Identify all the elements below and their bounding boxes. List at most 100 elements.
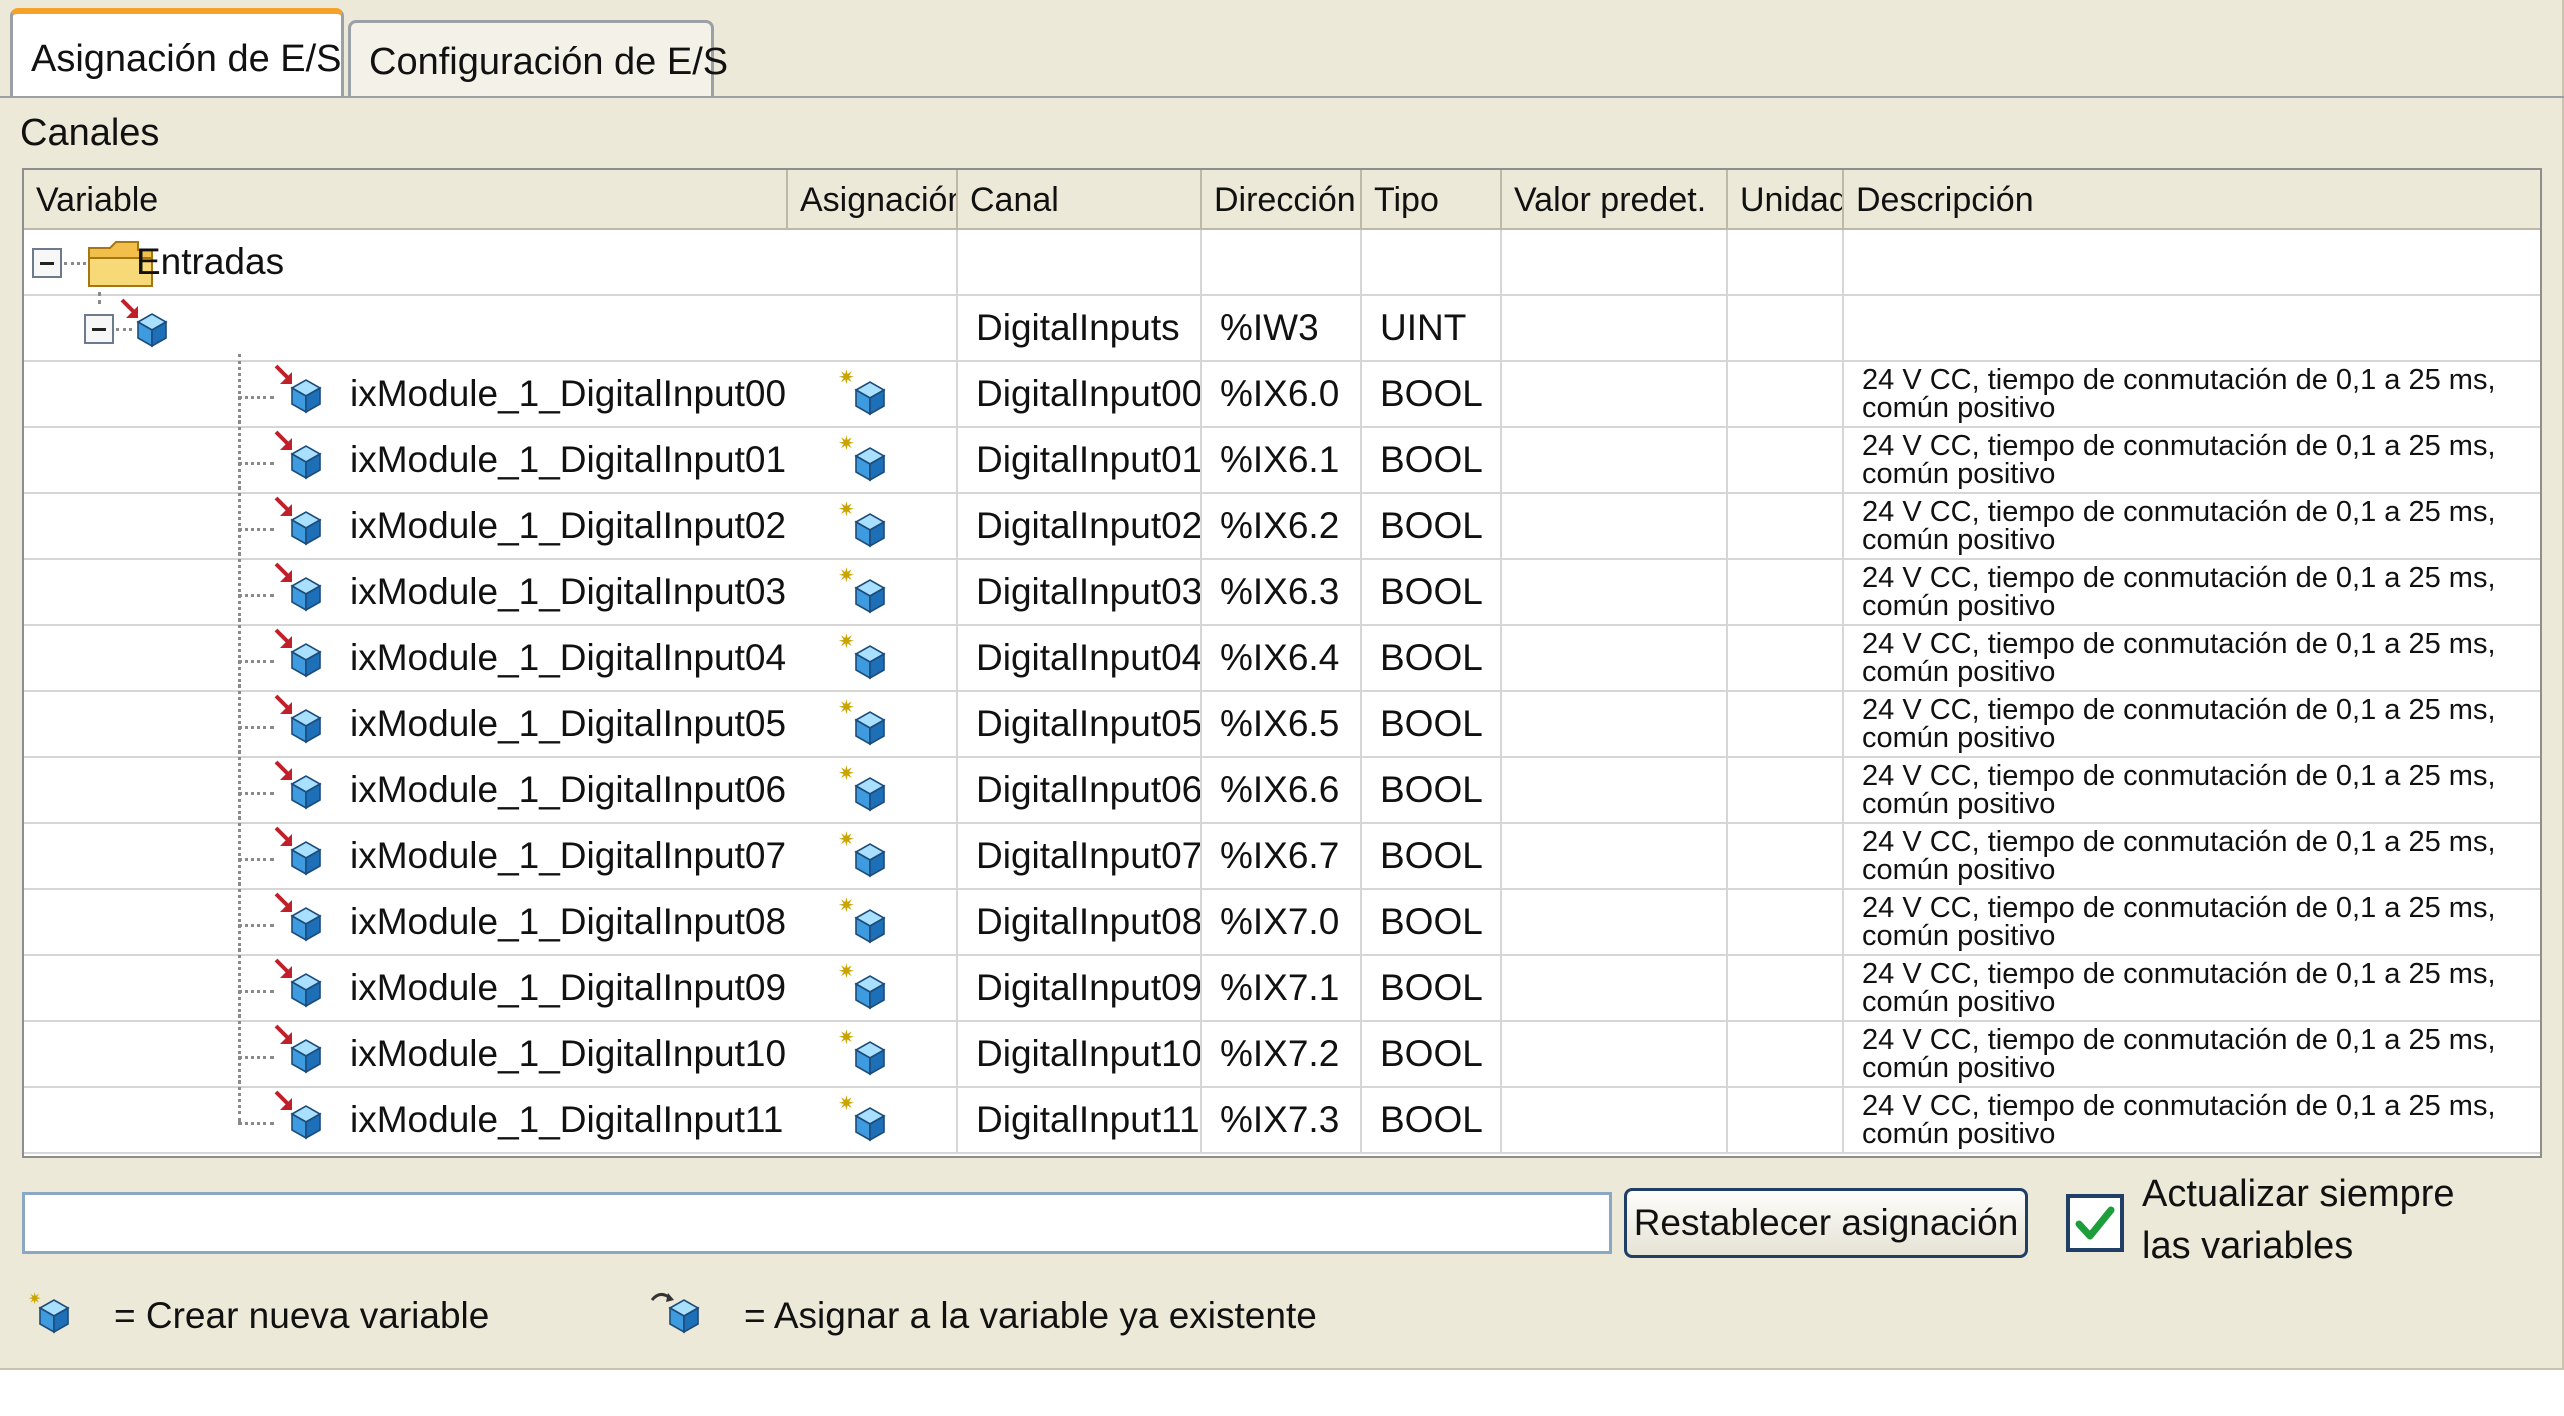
type-cell: BOOL	[1362, 890, 1502, 954]
address-cell: %IX7.0	[1202, 890, 1362, 954]
variable-name[interactable]: ixModule_1_DigitalInput09	[350, 956, 786, 1020]
tab-io-configuration[interactable]: Configuración de E/S	[348, 20, 728, 98]
address-cell: %IX6.5	[1202, 692, 1362, 756]
description-text: 24 V CC, tiempo de conmutación de 0,1 a …	[1844, 758, 2540, 819]
type-cell: BOOL	[1362, 1022, 1502, 1086]
column-header-unit[interactable]: Unidad	[1728, 170, 1844, 230]
table-row[interactable]: ixModule_1_DigitalInput00 ✷ DigitalInput00…	[24, 354, 2540, 428]
svg-text:✷: ✷	[838, 894, 855, 917]
mapping-cell[interactable]: ✷	[788, 626, 958, 690]
address-cell: %IX6.2	[1202, 494, 1362, 558]
mapping-cell[interactable]: ✷	[788, 1022, 958, 1086]
table-row[interactable]: ixModule_1_DigitalInput10 ✷ DigitalInput10…	[24, 1014, 2540, 1088]
table-cell	[1502, 296, 1728, 360]
description-cell: 24 V CC, tiempo de conmutación de 0,1 a …	[1844, 362, 2540, 426]
column-header-address[interactable]: Dirección	[1202, 170, 1362, 230]
new-variable-icon: ✷	[838, 1025, 885, 1075]
variable-name[interactable]: ixModule_1_DigitalInput03	[350, 560, 786, 624]
channels-section-label: Canales	[20, 112, 160, 154]
tree-connector	[238, 882, 241, 952]
variable-name[interactable]: ixModule_1_DigitalInput05	[350, 692, 786, 756]
new-variable-icon: ✷	[838, 497, 885, 547]
table-cell	[1728, 626, 1844, 690]
tree-connector	[238, 528, 274, 531]
tree-connector	[238, 594, 274, 597]
table-cell	[1502, 494, 1728, 558]
column-header-variable[interactable]: Variable	[24, 170, 788, 230]
variable-name[interactable]: ixModule_1_DigitalInput01	[350, 428, 786, 492]
column-header-default-value[interactable]: Valor predet.	[1502, 170, 1728, 230]
type-cell: BOOL	[1362, 560, 1502, 624]
mapping-cell[interactable]: ✷	[788, 362, 958, 426]
table-row[interactable]: ixModule_1_DigitalInput11 ✷ DigitalInput11…	[24, 1080, 2540, 1154]
description-cell: 24 V CC, tiempo de conmutación de 0,1 a …	[1844, 692, 2540, 756]
variable-name[interactable]: ixModule_1_DigitalInput00	[350, 362, 786, 426]
table-row[interactable]: ixModule_1_DigitalInput05 ✷ DigitalInput05…	[24, 684, 2540, 758]
table-cell	[1728, 692, 1844, 756]
collapse-icon[interactable]	[84, 314, 114, 344]
tree-row-inputs[interactable]: Entradas	[24, 230, 2540, 296]
variable-name[interactable]: ixModule_1_DigitalInput04	[350, 626, 786, 690]
mapping-cell[interactable]: ✷	[788, 560, 958, 624]
tree-connector	[238, 354, 241, 424]
variable-name[interactable]: ixModule_1_DigitalInput07	[350, 824, 786, 888]
mapping-cell[interactable]: ✷	[788, 494, 958, 558]
table-cell	[1728, 230, 1844, 294]
always-update-checkbox[interactable]	[2066, 1194, 2124, 1252]
tree-row-digital-inputs[interactable]: DigitalInputs %IW3 UINT	[24, 292, 2540, 362]
svg-text:✷: ✷	[838, 696, 855, 719]
svg-text:✷: ✷	[838, 762, 855, 785]
new-variable-icon: ✷	[838, 431, 885, 481]
always-update-label-line2: las variables	[2142, 1225, 2354, 1267]
description-line1: 24 V CC, tiempo de conmutación de 0,1 a …	[1862, 562, 2496, 594]
variable-filter-input[interactable]	[22, 1192, 1612, 1254]
svg-text:✷: ✷	[838, 1026, 855, 1049]
channel-cell: DigitalInput00	[958, 362, 1202, 426]
table-cell	[788, 296, 958, 360]
description-text: 24 V CC, tiempo de conmutación de 0,1 a …	[1844, 428, 2540, 489]
column-header-channel[interactable]: Canal	[958, 170, 1202, 230]
table-row[interactable]: ixModule_1_DigitalInput07 ✷ DigitalInput07…	[24, 816, 2540, 890]
svg-text:✷: ✷	[838, 630, 855, 653]
mapping-cell[interactable]: ✷	[788, 428, 958, 492]
channel-cell: DigitalInput02	[958, 494, 1202, 558]
variable-name[interactable]: ixModule_1_DigitalInput06	[350, 758, 786, 822]
column-header-type[interactable]: Tipo	[1362, 170, 1502, 230]
always-update-label-line1: Actualizar siempre	[2142, 1173, 2455, 1215]
table-cell	[1728, 890, 1844, 954]
column-header-mapping[interactable]: Asignación	[788, 170, 958, 230]
table-row[interactable]: ixModule_1_DigitalInput09 ✷ DigitalInput09…	[24, 948, 2540, 1022]
variable-cube-icon	[274, 628, 321, 677]
mapping-cell[interactable]: ✷	[788, 758, 958, 822]
table-row[interactable]: ixModule_1_DigitalInput02 ✷ DigitalInput02…	[24, 486, 2540, 560]
mapping-cell[interactable]: ✷	[788, 956, 958, 1020]
table-row[interactable]: ixModule_1_DigitalInput04 ✷ DigitalInput04…	[24, 618, 2540, 692]
column-header-description[interactable]: Descripción	[1844, 170, 2540, 230]
reset-mapping-button[interactable]: Restablecer asignación	[1624, 1188, 2028, 1258]
variable-cube-icon	[120, 298, 167, 347]
description-text: 24 V CC, tiempo de conmutación de 0,1 a …	[1844, 626, 2540, 687]
variable-name[interactable]: ixModule_1_DigitalInput10	[350, 1022, 786, 1086]
io-mapping-panel: Asignación de E/S Configuración de E/S C…	[0, 0, 2564, 1370]
description-cell: 24 V CC, tiempo de conmutación de 0,1 a …	[1844, 1022, 2540, 1086]
new-variable-icon: ✷	[838, 959, 885, 1009]
mapping-cell[interactable]: ✷	[788, 824, 958, 888]
table-cell	[1502, 956, 1728, 1020]
variable-name[interactable]: ixModule_1_DigitalInput08	[350, 890, 786, 954]
mapping-cell[interactable]: ✷	[788, 692, 958, 756]
tree-connector	[238, 660, 274, 663]
mapping-cell[interactable]: ✷	[788, 890, 958, 954]
table-row[interactable]: ixModule_1_DigitalInput08 ✷ DigitalInput08…	[24, 882, 2540, 956]
type-cell: BOOL	[1362, 362, 1502, 426]
mapping-cell[interactable]: ✷	[788, 1088, 958, 1152]
table-row[interactable]: ixModule_1_DigitalInput03 ✷ DigitalInput03…	[24, 552, 2540, 626]
table-cell	[1844, 296, 2540, 360]
tab-io-mapping[interactable]: Asignación de E/S	[10, 8, 344, 98]
collapse-icon[interactable]	[32, 248, 62, 278]
variable-name[interactable]: ixModule_1_DigitalInput11	[350, 1088, 783, 1152]
tree-connector	[238, 684, 241, 754]
variable-name[interactable]: ixModule_1_DigitalInput02	[350, 494, 786, 558]
table-row[interactable]: ixModule_1_DigitalInput01 ✷ DigitalInput01…	[24, 420, 2540, 494]
table-row[interactable]: ixModule_1_DigitalInput06 ✷ DigitalInput06…	[24, 750, 2540, 824]
channel-cell: DigitalInput08	[958, 890, 1202, 954]
